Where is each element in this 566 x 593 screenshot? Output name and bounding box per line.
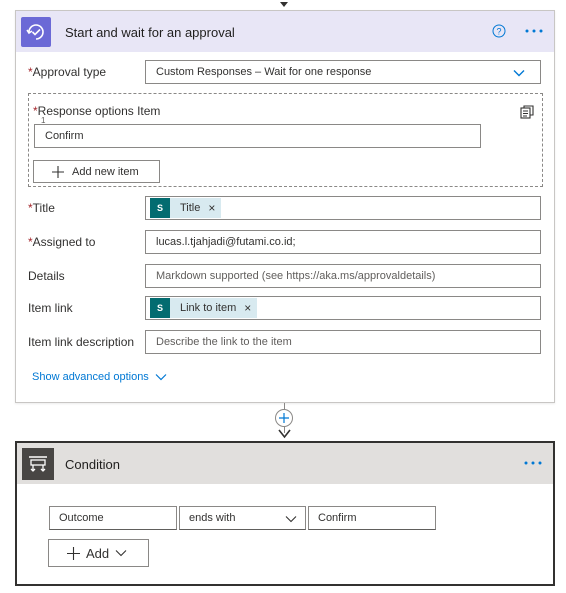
plus-icon [279, 413, 289, 423]
condition-card: Condition Outcome ends with Confirm Add [15, 441, 555, 586]
chevron-down-icon [115, 550, 127, 557]
add-new-item-label: Add new item [72, 165, 139, 178]
assigned-to-input[interactable]: lucas.l.tjahjadi@futami.co.id; [145, 230, 541, 254]
title-token-label: Title [180, 202, 201, 214]
details-input[interactable]: Markdown supported (see https://aka.ms/a… [145, 264, 541, 288]
condition-operator-dropdown[interactable]: ends with [179, 506, 306, 530]
condition-icon [22, 448, 54, 480]
title-token[interactable]: S Title × [150, 198, 222, 218]
condition-right-operand[interactable]: Confirm [308, 506, 436, 530]
condition-operator-value: ends with [189, 512, 236, 524]
help-circle-icon[interactable]: ? [492, 24, 506, 38]
approval-type-label: *Approval type [28, 65, 107, 79]
link-to-item-token[interactable]: S Link to item × [150, 298, 258, 318]
sharepoint-icon: S [150, 198, 170, 218]
condition-card-title: Condition [65, 457, 120, 472]
chevron-down-icon [513, 70, 525, 77]
details-placeholder: Markdown supported (see https://aka.ms/a… [156, 270, 436, 282]
approval-action-card: Start and wait for an approval ? *Approv… [15, 10, 555, 403]
link-to-item-token-label: Link to item [180, 302, 237, 314]
approval-type-value: Custom Responses – Wait for one response [156, 66, 372, 78]
item-link-label: Item link [28, 301, 73, 315]
assigned-to-value: lucas.l.tjahjadi@futami.co.id; [156, 236, 296, 248]
add-new-item-button[interactable]: Add new item [33, 160, 160, 183]
title-input[interactable]: S Title × [145, 196, 541, 220]
more-dots-icon[interactable] [524, 23, 544, 39]
item-link-description-placeholder: Describe the link to the item [156, 336, 292, 348]
condition-right-operand-value: Confirm [318, 512, 357, 524]
arrow-down-icon [278, 429, 291, 439]
more-dots-icon[interactable] [523, 455, 543, 474]
add-condition-button[interactable]: Add [48, 539, 149, 567]
svg-text:?: ? [496, 27, 501, 37]
show-advanced-options-label: Show advanced options [32, 371, 149, 383]
show-advanced-options-link[interactable]: Show advanced options [32, 371, 167, 383]
response-item-value: Confirm [45, 130, 84, 142]
response-options-label: *Response options Item [33, 104, 161, 118]
condition-left-operand[interactable]: Outcome [49, 506, 177, 530]
plus-icon [52, 165, 64, 178]
insert-step-button[interactable] [275, 409, 293, 427]
item-link-description-label: Item link description [28, 335, 135, 349]
add-condition-label: Add [86, 545, 110, 561]
item-link-description-input[interactable]: Describe the link to the item [145, 330, 541, 354]
approval-card-title: Start and wait for an approval [65, 25, 235, 40]
assigned-to-label: *Assigned to [28, 235, 96, 249]
close-icon[interactable]: × [208, 201, 215, 215]
response-options-group: *Response options Item 1 Confirm Add new… [28, 93, 543, 187]
arrow-down-icon [280, 2, 288, 7]
plus-icon [67, 546, 80, 560]
details-label: Details [28, 269, 65, 283]
sharepoint-icon: S [150, 298, 170, 318]
chevron-down-icon [285, 516, 297, 523]
copy-icon[interactable] [519, 104, 535, 120]
approval-icon [21, 17, 51, 47]
condition-left-operand-value: Outcome [59, 512, 104, 524]
response-item-input[interactable]: Confirm [34, 124, 481, 148]
condition-card-header[interactable]: Condition [17, 443, 553, 484]
approval-card-header[interactable]: Start and wait for an approval ? [16, 11, 554, 52]
title-label: *Title [28, 201, 55, 215]
close-icon[interactable]: × [244, 301, 251, 315]
item-link-input[interactable]: S Link to item × [145, 296, 541, 320]
approval-type-dropdown[interactable]: Custom Responses – Wait for one response [145, 60, 541, 84]
chevron-down-icon [155, 374, 167, 381]
